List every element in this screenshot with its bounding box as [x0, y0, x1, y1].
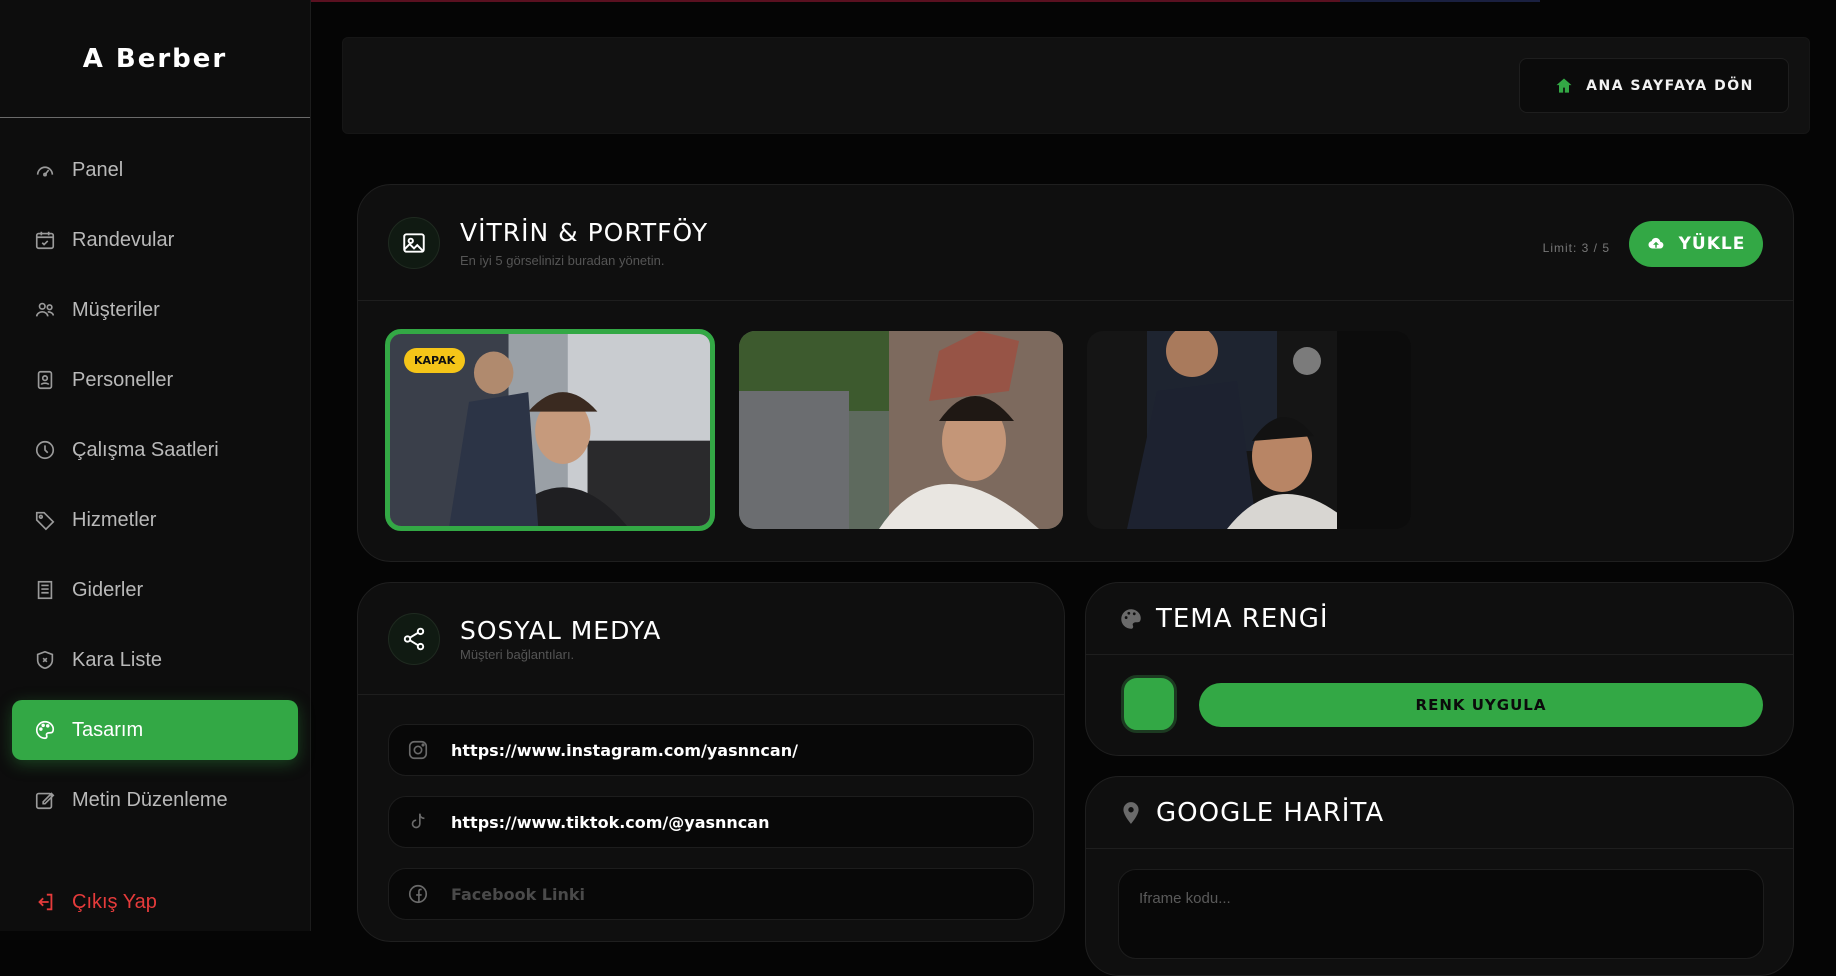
sidebar-nav: Panel Randevular Müşteriler Personeller … [0, 118, 310, 830]
apply-color-button[interactable]: RENK UYGULA [1199, 683, 1763, 727]
vitrin-titles: VİTRİN & PORTFÖY En iyi 5 görselinizi bu… [460, 218, 708, 268]
map-header: GOOGLE HARİTA [1086, 777, 1793, 849]
sidebar-item-metin-duzenleme[interactable]: Metin Düzenleme [12, 770, 298, 830]
social-title: SOSYAL MEDYA [460, 615, 662, 645]
sidebar-item-randevular[interactable]: Randevular [12, 210, 298, 270]
sidebar-item-personeller[interactable]: Personeller [12, 350, 298, 410]
sidebar-item-label: Çalışma Saatleri [72, 438, 219, 461]
clock-icon [35, 440, 55, 460]
users-icon [35, 302, 55, 317]
google-map-card: GOOGLE HARİTA Iframe kodu... [1085, 776, 1794, 976]
sidebar-item-calisma-saatleri[interactable]: Çalışma Saatleri [12, 420, 298, 480]
palette-icon [1121, 608, 1141, 629]
home-button[interactable]: ANA SAYFAYA DÖN [1519, 58, 1789, 113]
sidebar-item-label: Randevular [72, 228, 175, 251]
theme-header: TEMA RENGİ [1086, 583, 1793, 655]
top-bar: ANA SAYFAYA DÖN [342, 37, 1810, 134]
vitrin-subtitle: En iyi 5 görselinizi buradan yönetin. [460, 252, 665, 268]
logout-label: Çıkış Yap [72, 890, 157, 913]
receipt-icon [37, 580, 53, 600]
portfolio-photo-3[interactable] [1087, 331, 1411, 529]
instagram-icon [408, 740, 428, 760]
top-accent-line-secondary [1340, 0, 1540, 2]
social-titles: SOSYAL MEDYA Müşteri bağlantıları. [460, 616, 661, 662]
facebook-icon [408, 884, 428, 904]
image-icon [388, 216, 440, 269]
vitrin-card: VİTRİN & PORTFÖY En iyi 5 görselinizi bu… [357, 184, 1794, 562]
theme-title: TEMA RENGİ [1156, 603, 1329, 634]
tag-icon [35, 511, 55, 531]
map-title: GOOGLE HARİTA [1156, 797, 1385, 828]
sidebar-item-label: Hizmetler [72, 508, 157, 531]
tiktok-field[interactable]: https://www.tiktok.com/@yasnncan [388, 796, 1034, 848]
sidebar-item-label: Panel [72, 158, 124, 181]
iframe-code-input[interactable]: Iframe kodu... [1118, 869, 1764, 959]
instagram-value: https://www.instagram.com/yasnncan/ [451, 740, 798, 760]
color-picker-swatch[interactable] [1121, 675, 1177, 733]
upload-button-label: YÜKLE [1678, 234, 1746, 254]
sidebar-item-hizmetler[interactable]: Hizmetler [12, 490, 298, 550]
social-media-card: SOSYAL MEDYA Müşteri bağlantıları. https… [357, 582, 1065, 942]
portfolio-gallery: KAPAK [385, 329, 1411, 531]
edit-icon [35, 792, 55, 810]
sidebar-item-giderler[interactable]: Giderler [12, 560, 298, 620]
sidebar-item-kara-liste[interactable]: Kara Liste [12, 630, 298, 690]
id-badge-icon [37, 370, 53, 390]
instagram-field[interactable]: https://www.instagram.com/yasnncan/ [388, 724, 1034, 776]
cloud-upload-icon [1648, 237, 1664, 249]
sidebar-item-panel[interactable]: Panel [12, 140, 298, 200]
barber-photo-2 [739, 331, 1063, 529]
upload-button[interactable]: YÜKLE [1629, 221, 1763, 267]
brand-logo[interactable]: A Berber [0, 0, 310, 118]
logout-icon [38, 893, 53, 911]
sidebar-item-label: Tasarım [72, 718, 144, 741]
theme-color-card: TEMA RENGİ RENK UYGULA [1085, 582, 1794, 756]
sidebar-item-label: Müşteriler [72, 298, 160, 321]
calendar-check-icon [35, 231, 55, 250]
home-icon [1556, 78, 1572, 93]
sidebar-item-label: Personeller [72, 368, 174, 391]
facebook-placeholder: Facebook Linki [451, 884, 585, 904]
barber-photo-3 [1087, 331, 1411, 529]
palette-icon [36, 720, 55, 740]
facebook-field[interactable]: Facebook Linki [388, 868, 1034, 920]
sidebar-item-label: Metin Düzenleme [72, 788, 228, 811]
social-header: SOSYAL MEDYA Müşteri bağlantıları. [358, 583, 1064, 695]
upload-limit: Limit: 3 / 5 [1542, 241, 1610, 255]
cover-badge: KAPAK [404, 348, 466, 373]
sidebar-item-label: Giderler [72, 578, 144, 601]
social-subtitle: Müşteri bağlantıları. [460, 646, 575, 662]
share-icon [388, 612, 440, 665]
portfolio-photo-2[interactable] [739, 331, 1063, 529]
sidebar: A Berber Panel Randevular Müşteriler Per… [0, 0, 311, 931]
logout-button[interactable]: Çıkış Yap [12, 872, 299, 932]
home-button-label: ANA SAYFAYA DÖN [1586, 77, 1754, 94]
tiktok-icon [411, 813, 425, 829]
map-pin-icon [1123, 801, 1139, 824]
shield-x-icon [36, 650, 54, 670]
sidebar-item-label: Kara Liste [72, 648, 163, 671]
tiktok-value: https://www.tiktok.com/@yasnncan [451, 812, 770, 832]
vitrin-title: VİTRİN & PORTFÖY [460, 217, 709, 247]
portfolio-photo-cover[interactable]: KAPAK [385, 329, 715, 531]
sidebar-item-musteriler[interactable]: Müşteriler [12, 280, 298, 340]
sidebar-item-tasarim[interactable]: Tasarım [12, 700, 298, 760]
gauge-icon [36, 166, 54, 177]
